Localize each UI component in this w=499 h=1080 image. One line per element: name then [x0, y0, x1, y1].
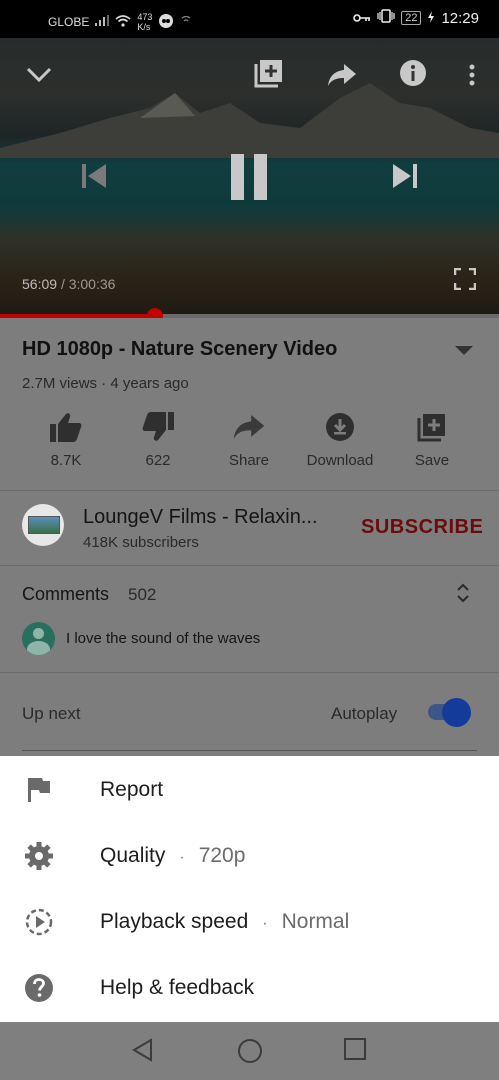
expand-comments-icon[interactable]: [456, 582, 470, 604]
dislike-count: 622: [145, 452, 171, 469]
video-title[interactable]: HD 1080p - Nature Scenery Video: [22, 338, 337, 361]
recents-square-icon: [344, 1038, 366, 1060]
net-speed-value: 473: [137, 12, 153, 22]
download-label: Download: [306, 452, 374, 469]
separator-dot: ·: [179, 849, 185, 866]
info-icon: [400, 60, 426, 86]
playlist-add-icon: [254, 60, 282, 88]
time-display: 56:09 / 3:00:36: [22, 276, 115, 292]
menu-item-report[interactable]: Report: [0, 756, 499, 822]
previous-button[interactable]: [78, 160, 110, 192]
watch-page: HD 1080p - Nature Scenery Video 2.7M vie…: [0, 318, 499, 756]
divider: [0, 490, 499, 491]
pause-button[interactable]: [226, 152, 272, 202]
chevron-down-icon: [26, 67, 52, 83]
skip-next-icon: [393, 164, 417, 188]
playback-speed-icon: [24, 907, 54, 937]
info-button[interactable]: [398, 58, 428, 88]
subscriber-count: 418K subscribers: [83, 534, 199, 551]
menu-item-help-feedback[interactable]: Help & feedback: [0, 954, 499, 1020]
save-button[interactable]: Save: [392, 410, 472, 469]
pause-icon: [231, 154, 267, 200]
menu-item-label: Quality: [100, 844, 166, 867]
channel-avatar[interactable]: [22, 504, 64, 546]
thumb-up-icon: [50, 413, 82, 442]
next-button[interactable]: [389, 160, 421, 192]
signal-icon: [95, 15, 110, 29]
expand-description-icon[interactable]: [455, 346, 473, 355]
menu-item-quality[interactable]: Quality · 720p: [0, 822, 499, 888]
menu-item-label: Report: [100, 778, 164, 801]
flag-icon: [24, 775, 54, 805]
like-count: 8.7K: [50, 452, 82, 469]
add-to-playlist-button[interactable]: [253, 56, 285, 90]
comments-label[interactable]: Comments: [22, 584, 109, 605]
subscribe-button[interactable]: SUBSCRIBE: [361, 516, 483, 539]
share-label: Share: [228, 452, 270, 469]
mountain-scenery: [0, 83, 499, 158]
divider: [0, 672, 499, 673]
menu-item-playback-speed[interactable]: Playback speed · Normal: [0, 888, 499, 954]
nfc-icon: [180, 15, 192, 30]
video-player[interactable]: 56:09 / 3:00:36: [0, 38, 499, 318]
separator-dot: ·: [262, 915, 268, 932]
wifi-icon: [115, 14, 131, 30]
back-button[interactable]: [131, 1038, 155, 1067]
like-button[interactable]: 8.7K: [26, 410, 106, 469]
thumb-down-icon: [142, 412, 174, 441]
status-bar: GLOBE 473 K/s 22 12:29: [0, 0, 499, 38]
system-nav-bar: [0, 1022, 499, 1080]
comments-count: 502: [128, 585, 157, 604]
charging-icon: [427, 10, 435, 27]
help-icon: [24, 973, 54, 1003]
fullscreen-button[interactable]: [452, 266, 478, 292]
autoplay-toggle-thumb[interactable]: [442, 698, 471, 727]
home-button[interactable]: [237, 1038, 263, 1069]
channel-name[interactable]: LoungeV Films - Relaxin...: [83, 506, 318, 529]
key-icon: [353, 10, 371, 27]
gear-icon: [24, 841, 54, 871]
share-icon: [328, 64, 356, 86]
back-triangle-icon: [132, 1038, 152, 1062]
commenter-avatar: [22, 622, 55, 655]
up-next-label: Up next: [22, 704, 81, 723]
quality-value: 720p: [198, 844, 246, 867]
top-comment-text[interactable]: I love the sound of the waves: [66, 630, 260, 647]
fullscreen-icon: [454, 268, 476, 290]
vpn-icon: [158, 13, 174, 32]
duration: 3:00:36: [68, 276, 116, 292]
menu-item-label: Help & feedback: [100, 976, 255, 999]
share-button[interactable]: [326, 60, 358, 90]
divider: [0, 565, 499, 566]
menu-item-label: Playback speed: [100, 910, 249, 933]
recents-button[interactable]: [344, 1038, 366, 1065]
download-button[interactable]: Download: [300, 410, 380, 469]
share-icon: [233, 415, 265, 439]
net-speed-unit: K/s: [137, 22, 151, 32]
net-speed: 473 K/s: [137, 12, 152, 32]
skip-previous-icon: [82, 164, 106, 188]
download-icon: [326, 413, 354, 441]
share-action-button[interactable]: Share: [209, 410, 289, 469]
playlist-add-icon: [417, 414, 445, 442]
home-circle-icon: [238, 1039, 262, 1063]
save-label: Save: [414, 452, 450, 469]
autoplay-label: Autoplay: [331, 704, 398, 723]
minimize-button[interactable]: [24, 60, 54, 90]
playback-speed-value: Normal: [281, 910, 350, 933]
dislike-button[interactable]: 622: [118, 410, 198, 469]
video-meta: 2.7M views · 4 years ago: [22, 375, 189, 392]
battery-level: 22: [401, 11, 422, 25]
current-time: 56:09: [22, 276, 58, 292]
more-options-button[interactable]: [464, 60, 480, 90]
time-separator: /: [60, 276, 69, 292]
vibrate-icon: [377, 9, 395, 27]
clock: 12:29: [441, 9, 479, 27]
options-bottom-sheet: Report Quality · 720p Playback speed · Norma…: [0, 756, 499, 1022]
carrier-label: GLOBE: [48, 15, 90, 29]
more-vert-icon: [469, 64, 475, 86]
divider: [22, 750, 477, 751]
